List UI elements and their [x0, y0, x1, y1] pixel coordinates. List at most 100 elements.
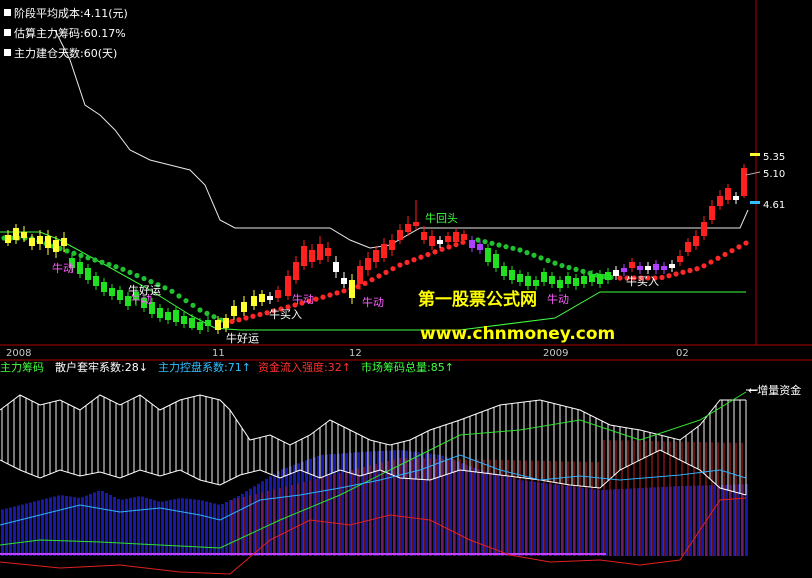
price-label-low: 4.61 [763, 200, 786, 211]
candle-body [53, 240, 59, 252]
price-tick-high [750, 153, 760, 156]
watermark-title: 第一股票公式网 [418, 290, 537, 310]
trend-dot [320, 294, 326, 300]
trend-dot [99, 259, 105, 265]
control-bar [13, 506, 16, 556]
trend-dot [694, 266, 700, 272]
control-bar [97, 490, 100, 556]
trend-dot [673, 271, 679, 277]
candle-body [509, 270, 515, 280]
candle-body [621, 268, 627, 272]
candle-body [157, 308, 163, 318]
control-bar [41, 499, 44, 556]
trend-dot [524, 250, 530, 256]
trend-dot [496, 242, 502, 248]
trend-dot [729, 248, 735, 254]
candle-body [581, 276, 587, 284]
control-bar [233, 498, 236, 556]
trend-dot [369, 277, 375, 283]
control-bar [665, 486, 668, 556]
control-bar [461, 463, 464, 556]
annotation-niudong-4: 牛动 [362, 296, 384, 309]
trend-dot [141, 275, 147, 282]
candle-body [165, 312, 171, 320]
control-bar [221, 504, 224, 556]
candle-body [453, 232, 459, 242]
candle-body [613, 270, 619, 276]
date-label-2008: 2008 [6, 348, 32, 359]
indicator-inflow: 资金流入强度:32↑ [258, 361, 351, 374]
candle-body [685, 242, 691, 252]
control-bar [133, 497, 136, 556]
candle-body [549, 276, 555, 284]
candle-body [477, 244, 483, 250]
trend-dot [341, 288, 347, 294]
date-label-02: 02 [676, 348, 689, 359]
control-bar [109, 495, 112, 556]
candle-body [637, 266, 643, 270]
trend-dot [411, 257, 417, 263]
control-bar [605, 489, 608, 556]
candle-body [77, 262, 83, 274]
candle-body [189, 318, 195, 328]
candle-body [241, 302, 247, 312]
candle-body [101, 282, 107, 292]
control-bar [177, 498, 180, 556]
control-bar [5, 508, 8, 556]
candle-body [251, 296, 257, 306]
candle-body [285, 276, 291, 296]
control-bar [61, 495, 64, 556]
added-funds-label: ←增量资金 [748, 384, 802, 397]
trend-dot [204, 310, 210, 316]
control-bar [617, 489, 620, 556]
candle-body [173, 310, 179, 322]
candle-body [677, 256, 683, 262]
candle-body [301, 246, 307, 266]
control-bar [629, 488, 632, 556]
trend-dot [510, 245, 516, 251]
trend-dot [127, 269, 133, 275]
candle-body [421, 232, 427, 240]
control-bar [137, 496, 140, 556]
control-bar [701, 485, 704, 556]
candle-body [413, 222, 419, 226]
candle-body [397, 230, 403, 240]
trend-dot [418, 254, 424, 260]
control-bar [281, 469, 284, 556]
trend-dot [566, 264, 572, 271]
candle-body [589, 274, 595, 282]
trend-dot [85, 255, 91, 261]
average-cost-label: 阶段平均成本:4.11(元) [4, 7, 128, 20]
control-bar [45, 498, 48, 556]
candle-body [717, 196, 723, 206]
candle-body [317, 244, 323, 260]
build-days-text: 主力建仓天数:60(天) [14, 47, 118, 60]
control-bar [569, 486, 572, 556]
candle-body [309, 250, 315, 262]
candle-body [205, 320, 211, 326]
control-bar [33, 501, 36, 556]
control-bar [65, 495, 68, 556]
annotation-niuhaoyun-1: 牛好运 [128, 284, 161, 297]
watermark-url: www.chnmoney.com [420, 324, 616, 344]
control-bar [101, 491, 104, 556]
control-bar [245, 491, 248, 556]
candle-body [215, 320, 221, 330]
control-bar [293, 464, 296, 556]
control-bar [93, 492, 96, 556]
price-tick-marks [745, 153, 761, 204]
annotation-niudong-1: 牛动 [52, 262, 74, 275]
control-bar [1, 509, 4, 556]
control-bar [197, 499, 200, 556]
candle-body [61, 238, 67, 246]
annotation-niuhuitou: 牛回头 [425, 212, 458, 225]
trend-dot [78, 252, 84, 259]
trend-dot [376, 273, 382, 279]
candle-body [389, 240, 395, 250]
trend-dot [552, 260, 558, 266]
control-bar [473, 467, 476, 556]
candle-body [45, 236, 51, 248]
candle-body [725, 188, 731, 200]
annotation-niumairu-1: 牛买入 [269, 308, 302, 321]
control-bar [105, 493, 108, 556]
